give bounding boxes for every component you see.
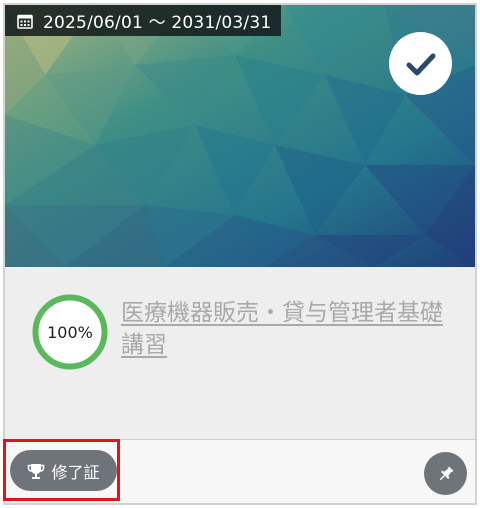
course-title-link[interactable]: 医療機器販売・貸与管理者基礎講習 — [121, 297, 451, 361]
course-banner-image[interactable]: 2025/06/01 ～ 2031/03/31 — [5, 5, 475, 267]
course-card-body: 100% 医療機器販売・貸与管理者基礎講習 — [5, 267, 475, 439]
course-period-badge: 2025/06/01 ～ 2031/03/31 — [5, 5, 282, 36]
progress-percent: 100% — [47, 322, 93, 342]
course-card[interactable]: 2025/06/01 ～ 2031/03/31 100% 医療機器販売・貸与管理… — [3, 3, 477, 505]
calendar-icon — [17, 13, 33, 29]
pin-button[interactable] — [424, 452, 467, 495]
completed-badge — [389, 32, 452, 95]
pin-icon — [439, 466, 453, 480]
trophy-icon — [28, 463, 45, 479]
certificate-button-label: 修了証 — [51, 462, 100, 482]
progress-ring: 100% — [31, 293, 109, 371]
certificate-button[interactable]: 修了証 — [10, 450, 117, 491]
check-icon — [406, 53, 435, 75]
course-period-text: 2025/06/01 ～ 2031/03/31 — [43, 13, 272, 33]
